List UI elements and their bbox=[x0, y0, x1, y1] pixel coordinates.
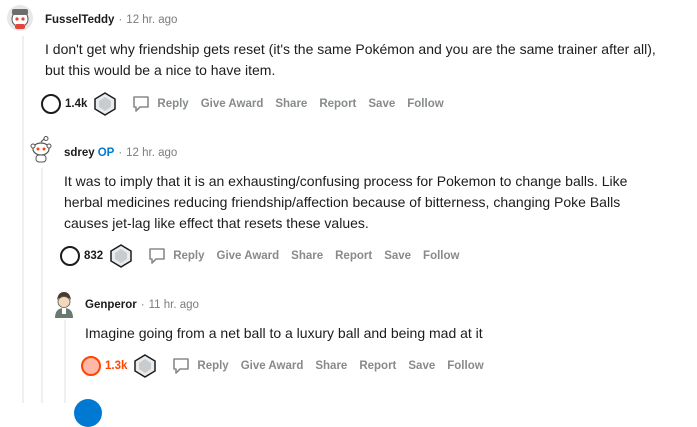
avatar[interactable] bbox=[6, 4, 34, 32]
give-award-button[interactable]: Give Award bbox=[217, 250, 280, 262]
comment-body: Imagine going from a net ball to a luxur… bbox=[85, 323, 483, 344]
follow-button[interactable]: Follow bbox=[407, 98, 443, 110]
report-button[interactable]: Report bbox=[319, 98, 356, 110]
thread-line[interactable] bbox=[41, 168, 43, 403]
vote-score: 1.3k bbox=[105, 360, 128, 372]
follow-button[interactable]: Follow bbox=[447, 360, 483, 372]
downvote-icon[interactable] bbox=[109, 244, 133, 268]
username[interactable]: Genperor bbox=[85, 299, 137, 311]
timestamp[interactable]: 11 hr. ago bbox=[149, 299, 199, 311]
vote-score: 1.4k bbox=[65, 98, 88, 110]
report-button[interactable]: Report bbox=[359, 360, 396, 372]
op-badge: OP bbox=[97, 147, 115, 159]
reply-button[interactable]: Reply bbox=[147, 246, 205, 266]
comment-icon bbox=[149, 248, 165, 264]
upvote-button[interactable] bbox=[41, 94, 61, 114]
timestamp[interactable]: 12 hr. ago bbox=[126, 14, 177, 26]
username[interactable]: sdrey bbox=[64, 147, 95, 159]
thread-line[interactable] bbox=[64, 320, 66, 403]
save-button[interactable]: Save bbox=[384, 250, 411, 262]
downvote-icon[interactable] bbox=[133, 354, 157, 378]
save-button[interactable]: Save bbox=[368, 98, 395, 110]
vote-score: 832 bbox=[84, 250, 104, 262]
follow-button[interactable]: Follow bbox=[423, 250, 459, 262]
avatar[interactable] bbox=[74, 399, 102, 427]
comment-icon bbox=[133, 96, 150, 112]
comment-line: It was to imply that it is an exhausting… bbox=[64, 173, 628, 189]
upvote-button[interactable] bbox=[60, 246, 80, 266]
comment-body: I don't get why friendship gets reset (i… bbox=[45, 39, 656, 81]
upvote-button[interactable] bbox=[81, 356, 101, 376]
share-button[interactable]: Share bbox=[315, 360, 347, 372]
reply-button[interactable]: Reply bbox=[131, 94, 189, 114]
avatar[interactable] bbox=[27, 136, 55, 164]
share-button[interactable]: Share bbox=[291, 250, 323, 262]
give-award-button[interactable]: Give Award bbox=[241, 360, 304, 372]
save-button[interactable]: Save bbox=[408, 360, 435, 372]
comment-line: herbal medicines reducing friendship/aff… bbox=[64, 194, 621, 210]
thread-line[interactable] bbox=[22, 36, 24, 403]
share-button[interactable]: Share bbox=[275, 98, 307, 110]
report-button[interactable]: Report bbox=[335, 250, 372, 262]
comment-line: Imagine going from a net ball to a luxur… bbox=[85, 325, 483, 341]
reply-button[interactable]: Reply bbox=[171, 356, 229, 376]
avatar[interactable] bbox=[50, 290, 78, 318]
downvote-icon[interactable] bbox=[93, 92, 117, 116]
comment-body: It was to imply that it is an exhausting… bbox=[64, 171, 627, 234]
username[interactable]: FusselTeddy bbox=[45, 14, 114, 26]
comment-line: but this would be a nice to have item. bbox=[45, 62, 276, 78]
comment-line: I don't get why friendship gets reset (i… bbox=[45, 41, 656, 57]
comment-icon bbox=[173, 358, 190, 374]
give-award-button[interactable]: Give Award bbox=[201, 98, 264, 110]
timestamp[interactable]: 12 hr. ago bbox=[126, 147, 177, 159]
comment-line: causes jet-lag like effect that resets t… bbox=[64, 215, 369, 231]
